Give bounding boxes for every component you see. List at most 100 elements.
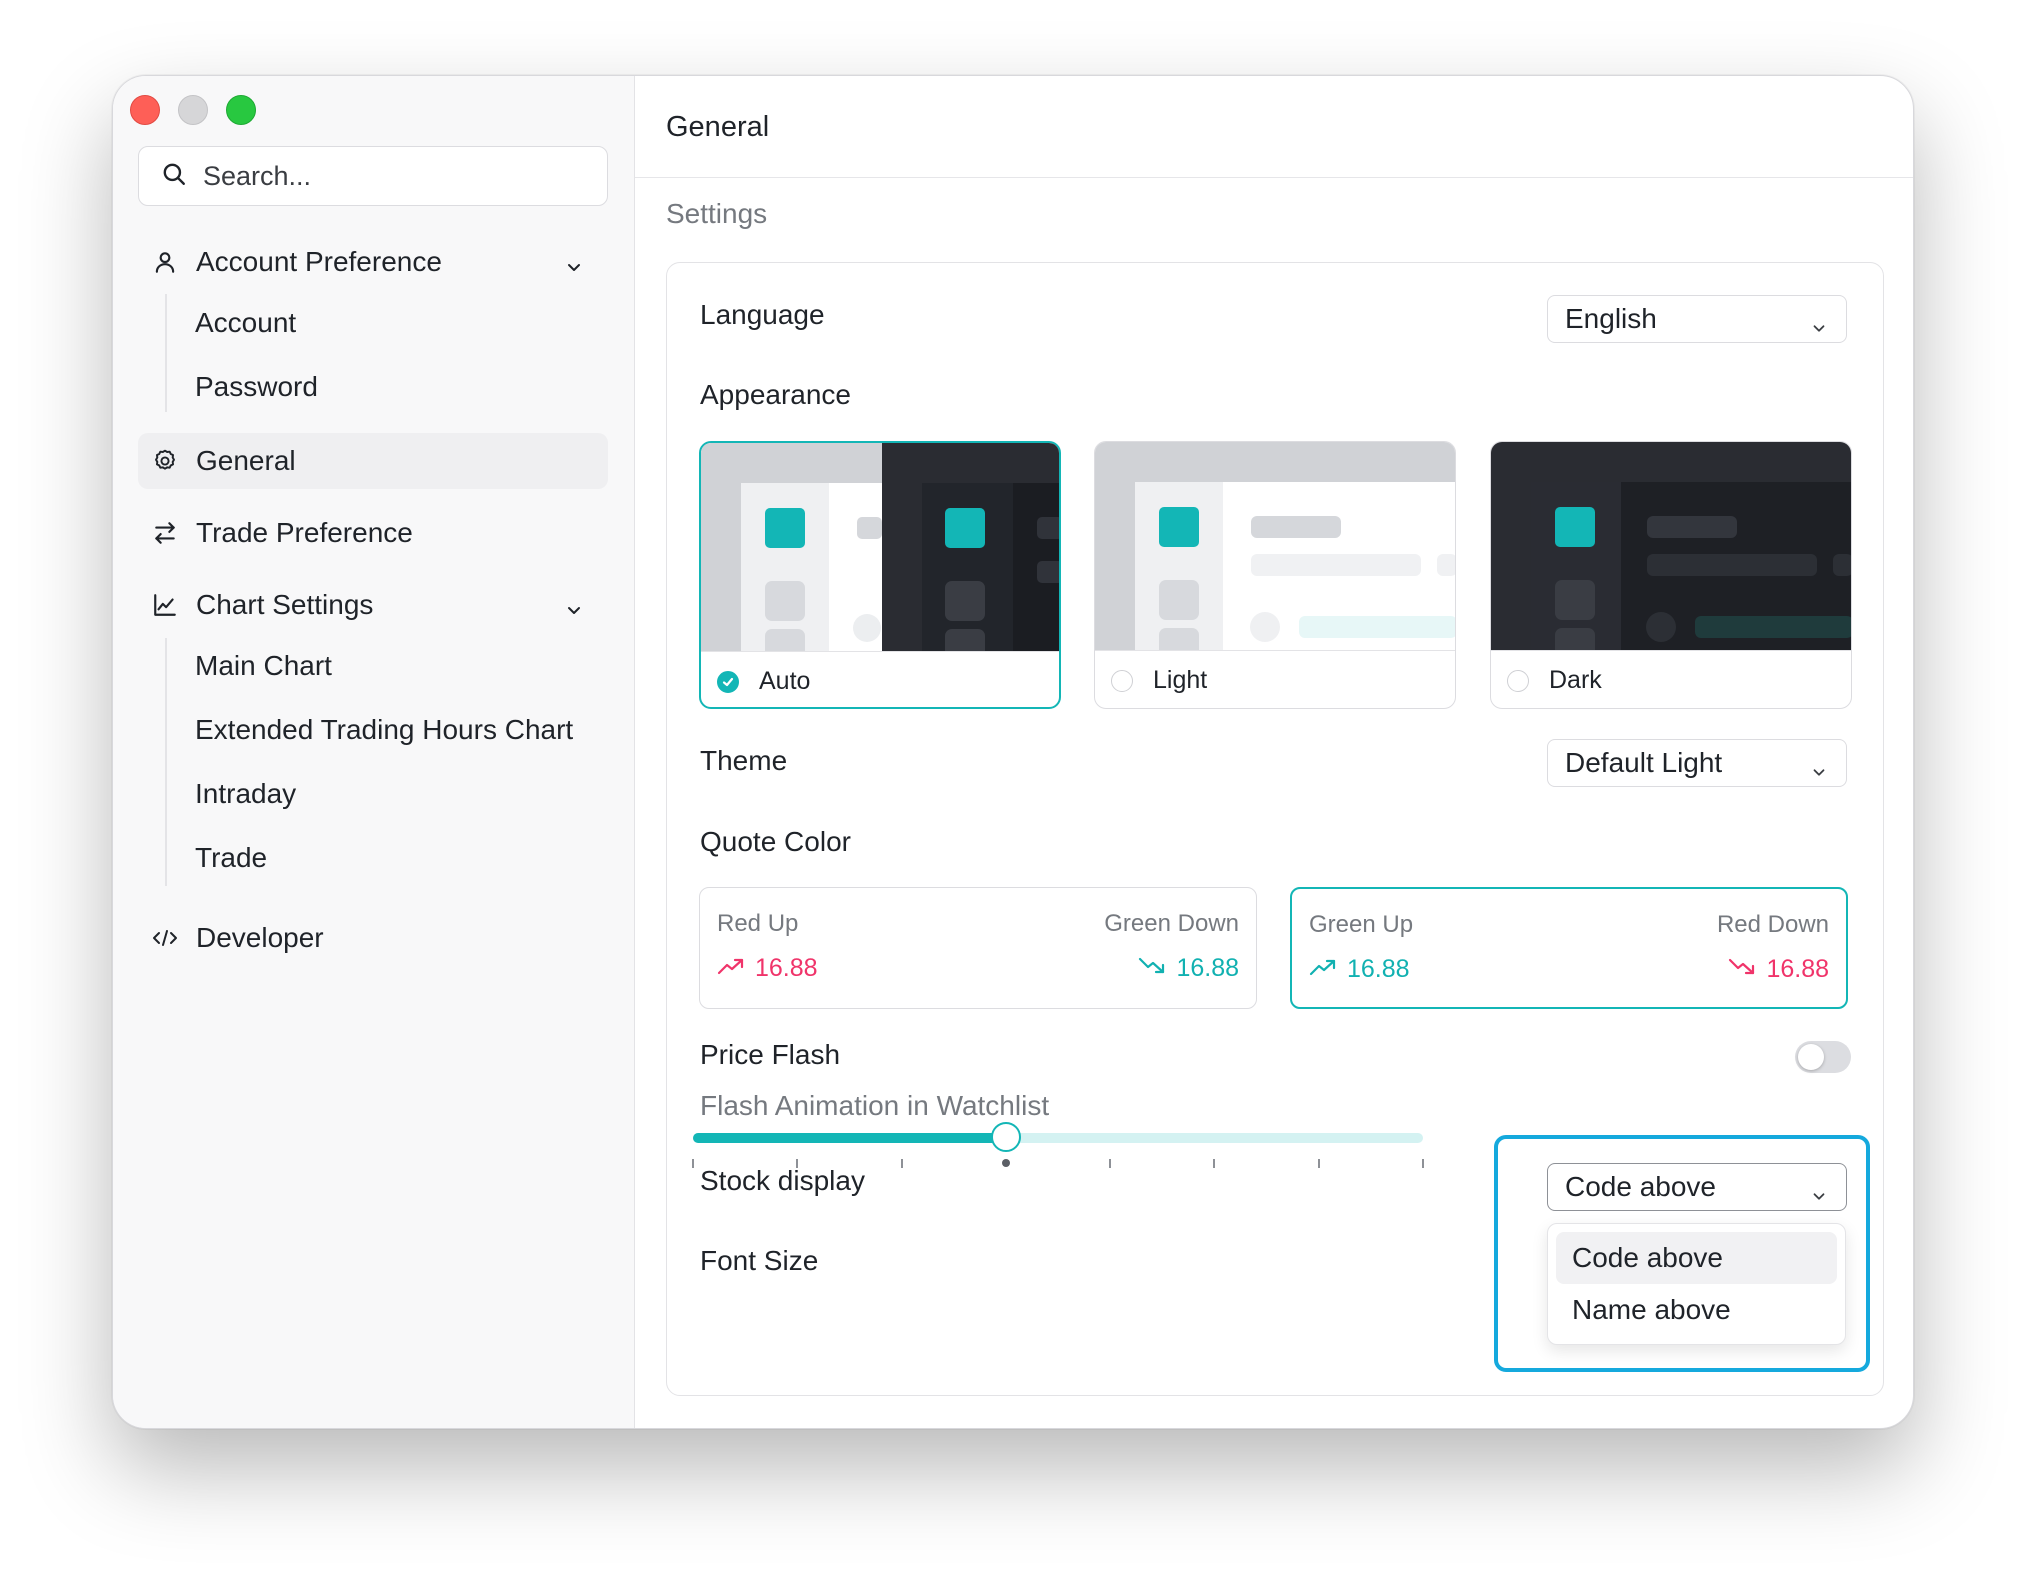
sidebar-subitem-extended-trading-hours-chart[interactable]: Extended Trading Hours Chart	[195, 710, 573, 750]
window-controls	[130, 95, 256, 125]
sidebar-item-general[interactable]: General	[138, 433, 608, 489]
quote-down-value: 16.88	[1176, 954, 1239, 982]
language-value: English	[1565, 303, 1657, 334]
sidebar-subitem-intraday[interactable]: Intraday	[195, 774, 296, 814]
trend-down-icon	[1138, 954, 1176, 983]
stock-display-dropdown: Code above Name above	[1547, 1223, 1846, 1345]
sidebar-item-chart-settings[interactable]: Chart Settings	[138, 577, 608, 633]
appearance-caption: Dark	[1491, 650, 1851, 708]
quote-up-value-row: 16.88	[717, 954, 818, 983]
sidebar-item-label: Developer	[196, 922, 324, 953]
minimize-window-button[interactable]	[178, 95, 208, 125]
chevron-down-icon	[1810, 312, 1828, 344]
sidebar-item-trade-preference[interactable]: Trade Preference	[138, 505, 608, 561]
account-preference-subnav-line	[165, 294, 167, 412]
radio-unchecked-icon[interactable]	[1507, 669, 1529, 692]
appearance-option-auto[interactable]: Auto	[699, 441, 1061, 709]
sidebar-subitem-password[interactable]: Password	[195, 367, 318, 407]
sidebar-item-label: General	[196, 445, 296, 476]
trend-up-icon	[717, 954, 755, 983]
quote-up-value: 16.88	[755, 954, 818, 982]
user-icon	[152, 249, 178, 275]
chart-settings-subnav-line	[165, 638, 167, 886]
sidebar-subitem-trade[interactable]: Trade	[195, 838, 267, 878]
close-window-button[interactable]	[130, 95, 160, 125]
appearance-label: Appearance	[700, 379, 852, 410]
quote-down-value-row: 16.88	[1728, 955, 1829, 984]
language-select[interactable]: English	[1547, 295, 1847, 343]
appearance-option-label: Auto	[759, 667, 811, 695]
price-flash-toggle[interactable]	[1795, 1041, 1851, 1073]
trend-up-icon	[1309, 955, 1347, 984]
light-preview-image	[1095, 442, 1455, 650]
search-icon	[161, 161, 187, 192]
stock-display-label: Stock display	[700, 1165, 865, 1196]
quote-up-value: 16.88	[1347, 955, 1410, 983]
sidebar: Account Preference Account Password Gene…	[113, 76, 635, 1428]
price-flash-description: Flash Animation in Watchlist	[700, 1090, 1050, 1121]
sidebar-item-developer[interactable]: Developer	[138, 910, 608, 966]
quote-up-label: Red Up	[717, 910, 799, 937]
search-box	[138, 146, 608, 206]
radio-unchecked-icon[interactable]	[1111, 669, 1133, 692]
appearance-option-label: Dark	[1549, 666, 1602, 694]
quote-up-label: Green Up	[1309, 911, 1414, 938]
stock-display-select[interactable]: Code above	[1547, 1163, 1847, 1211]
maximize-window-button[interactable]	[226, 95, 256, 125]
sidebar-subitem-main-chart[interactable]: Main Chart	[195, 646, 332, 686]
line-chart-icon	[152, 592, 178, 618]
price-flash-label: Price Flash	[700, 1039, 841, 1070]
quote-down-value: 16.88	[1766, 955, 1829, 983]
chevron-down-icon	[1810, 756, 1828, 788]
dark-preview-image	[1491, 442, 1851, 650]
appearance-option-label: Light	[1153, 666, 1208, 694]
dropdown-option-name-above[interactable]: Name above	[1556, 1284, 1837, 1336]
appearance-option-dark[interactable]: Dark	[1490, 441, 1852, 709]
slider-tick	[1317, 1159, 1320, 1168]
gear-icon	[152, 448, 178, 474]
slider-handle[interactable]	[990, 1122, 1021, 1152]
swap-arrows-icon	[152, 520, 178, 546]
trend-down-icon	[1728, 955, 1766, 984]
language-label: Language	[700, 299, 825, 330]
code-icon	[152, 925, 178, 951]
quote-color-label: Quote Color	[700, 826, 851, 857]
slider-tick	[1109, 1159, 1112, 1168]
quote-down-label: Green Down	[1104, 910, 1239, 937]
quote-up-value-row: 16.88	[1309, 955, 1410, 984]
sidebar-item-label: Chart Settings	[196, 589, 374, 620]
slider-tick	[692, 1159, 694, 1168]
stock-display-value: Code above	[1565, 1171, 1717, 1202]
theme-value: Default Light	[1565, 747, 1723, 778]
quote-down-value-row: 16.88	[1138, 954, 1239, 983]
slider-tick	[1001, 1159, 1010, 1167]
theme-select[interactable]: Default Light	[1547, 739, 1847, 787]
chevron-down-icon[interactable]	[564, 252, 584, 284]
quote-color-option-red-up[interactable]: Red Up Green Down 16.88 16.88	[699, 887, 1257, 1009]
chevron-down-icon	[1810, 1180, 1828, 1212]
sidebar-item-label: Trade Preference	[196, 517, 413, 548]
page-title: General	[635, 76, 1913, 178]
slider-tick	[1422, 1159, 1424, 1168]
slider-tick	[796, 1159, 799, 1168]
chevron-down-icon[interactable]	[564, 595, 584, 627]
section-label: Settings	[666, 198, 768, 229]
auto-preview-image	[701, 443, 1059, 651]
sidebar-subitem-account[interactable]: Account	[195, 303, 296, 343]
slider-tick	[1213, 1159, 1216, 1168]
search-input[interactable]	[201, 159, 585, 193]
quote-down-label: Red Down	[1716, 911, 1829, 938]
sidebar-item-label: Account Preference	[196, 246, 442, 277]
appearance-caption: Auto	[701, 651, 1059, 707]
radio-checked-icon[interactable]	[717, 670, 739, 693]
slider-tick	[900, 1159, 903, 1168]
quote-color-option-green-up[interactable]: Green Up Red Down 16.88 16.88	[1290, 887, 1848, 1009]
appearance-caption: Light	[1095, 650, 1455, 708]
dropdown-option-code-above[interactable]: Code above	[1556, 1232, 1837, 1284]
theme-label: Theme	[700, 745, 788, 776]
toggle-knob	[1798, 1044, 1824, 1070]
slider-fill	[693, 1133, 1006, 1143]
appearance-option-light[interactable]: Light	[1094, 441, 1456, 709]
sidebar-item-account-preference[interactable]: Account Preference	[138, 234, 608, 290]
slider-track[interactable]	[693, 1133, 1423, 1143]
